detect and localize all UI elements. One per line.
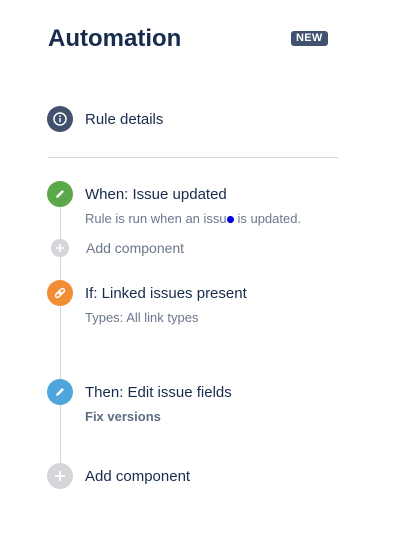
- pencil-icon: [47, 181, 73, 207]
- new-badge: NEW: [291, 31, 328, 46]
- info-icon: [47, 106, 73, 132]
- plus-icon: [51, 239, 69, 257]
- divider: [48, 157, 338, 158]
- trigger-label: When: Issue updated: [85, 186, 227, 203]
- pencil-icon: [47, 379, 73, 405]
- condition-description: Types: All link types: [85, 310, 199, 325]
- trigger-description: Rule is run when an issue is updated.: [85, 211, 302, 226]
- add-component-label: Add component: [86, 240, 185, 256]
- link-icon: [47, 280, 73, 306]
- connector-line: [60, 405, 61, 465]
- connector-line: [60, 255, 61, 282]
- connector-line: [60, 306, 61, 380]
- page-title: Automation: [48, 25, 182, 52]
- condition-label: If: Linked issues present: [85, 285, 247, 302]
- action-description: Fix versions: [85, 409, 161, 424]
- action-label: Then: Edit issue fields: [85, 384, 232, 401]
- plus-icon: [47, 463, 73, 489]
- cursor-indicator: [227, 216, 234, 223]
- add-component-label: Add component: [85, 468, 191, 485]
- connector-line: [60, 206, 61, 241]
- rule-details-label: Rule details: [85, 111, 164, 128]
